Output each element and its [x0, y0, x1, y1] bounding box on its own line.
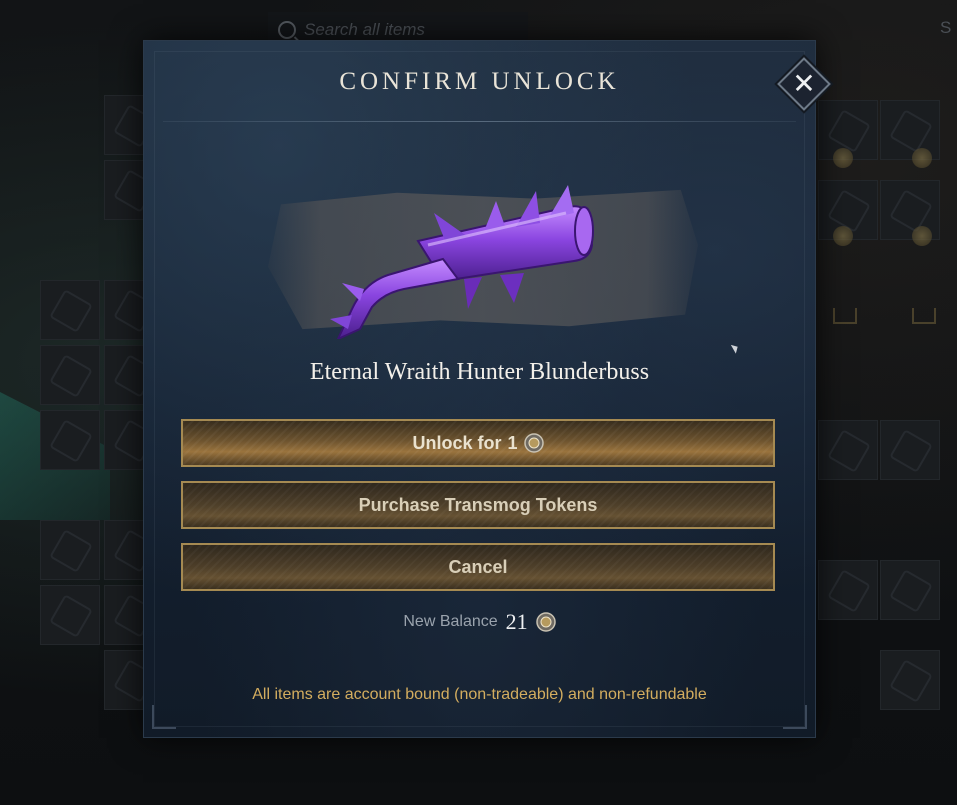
cart-icon	[833, 308, 857, 324]
background-item-slot	[40, 345, 100, 405]
title-divider	[163, 121, 796, 122]
purchase-label: Purchase Transmog Tokens	[358, 494, 598, 515]
transmog-token-icon	[523, 433, 544, 453]
item-preview	[268, 179, 698, 339]
background-item-slot	[40, 585, 100, 645]
cart-icon	[912, 308, 936, 324]
background-item-slot	[40, 410, 100, 470]
background-item-slot	[880, 100, 940, 160]
background-item-slot	[880, 420, 940, 480]
disclaimer-text: All items are account bound (non-tradeab…	[252, 686, 707, 703]
corner-ornament	[783, 705, 807, 729]
screen: Search all items S CONFIRM UNLOCK Eterna…	[0, 0, 957, 805]
coin-icon	[833, 148, 853, 168]
transmog-token-icon	[535, 612, 556, 632]
background-search-placeholder: Search all items	[304, 20, 425, 39]
corner-ornament	[152, 705, 176, 729]
balance-label: New Balance	[403, 613, 498, 630]
background-item-slot	[40, 520, 100, 580]
new-balance: New Balance 21	[144, 609, 815, 635]
unlock-cost: 1	[507, 432, 518, 453]
background-item-slot	[880, 650, 940, 710]
background-item-slot	[880, 560, 940, 620]
background-item-slot	[818, 560, 878, 620]
cancel-label: Cancel	[448, 556, 508, 577]
item-name: Eternal Wraith Hunter Blunderbuss	[309, 359, 650, 385]
dialog-title: CONFIRM UNLOCK	[339, 68, 620, 95]
coin-icon	[912, 148, 932, 168]
unlock-label: Unlock for	[412, 432, 502, 453]
coin-icon	[833, 226, 853, 246]
background-partial-label: S	[940, 18, 952, 37]
purchase-tokens-button[interactable]: Purchase Transmog Tokens	[181, 481, 775, 529]
coin-icon	[912, 226, 932, 246]
balance-value: 21	[505, 609, 528, 634]
background-item-slot	[818, 420, 878, 480]
blunderbuss-icon	[330, 185, 594, 339]
cancel-button[interactable]: Cancel	[181, 543, 775, 591]
search-icon	[278, 21, 296, 39]
close-icon: ✕	[792, 68, 816, 99]
confirm-unlock-dialog: CONFIRM UNLOCK Eternal Wraith Hunter Blu…	[143, 40, 816, 738]
unlock-button[interactable]: Unlock for 1	[181, 419, 775, 467]
background-item-slot	[40, 280, 100, 340]
